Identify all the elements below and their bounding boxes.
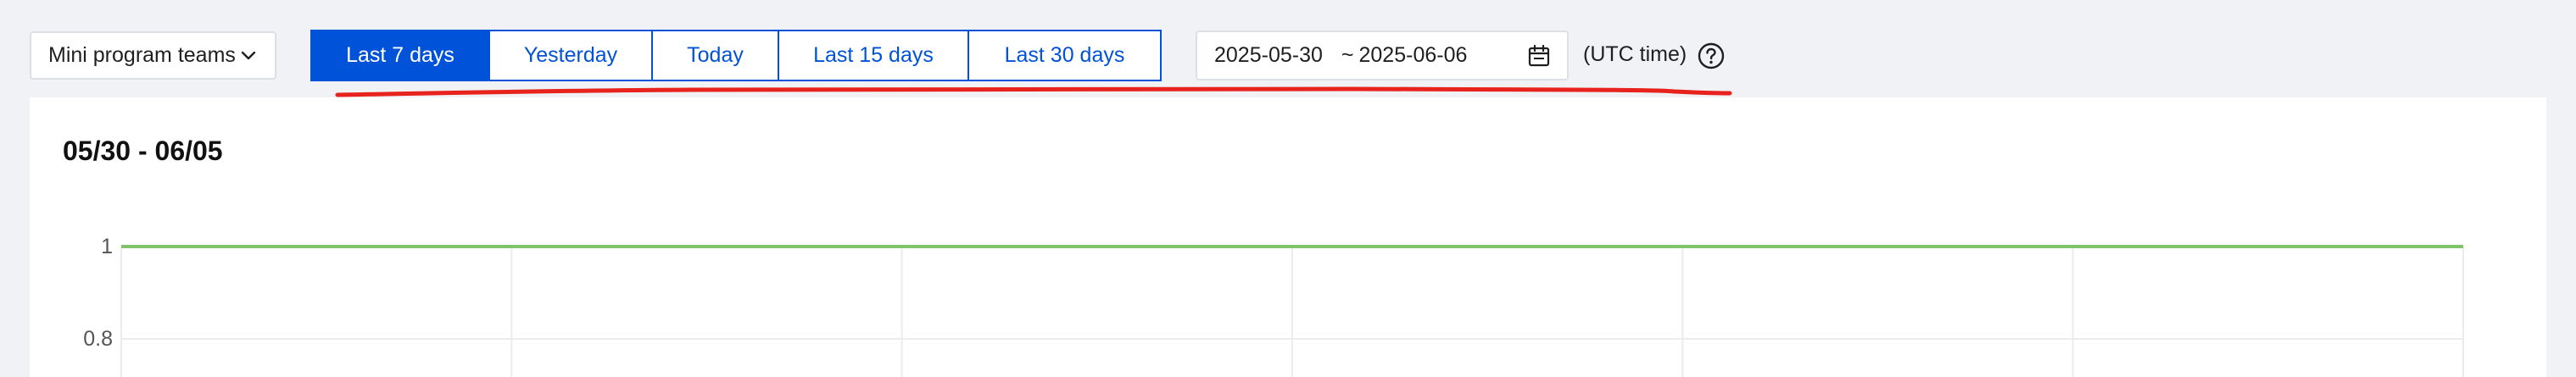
team-select-value: Mini program teams [48,43,236,67]
date-range-start: 2025-05-30 [1214,43,1323,67]
range-today-button[interactable]: Today [651,30,779,81]
range-last-7-days-button[interactable]: Last 7 days [310,30,490,81]
range-last-30-days-button[interactable]: Last 30 days [967,30,1162,81]
team-select-dropdown[interactable]: Mini program teams [30,31,276,80]
y-tick-label: 1 [101,235,113,258]
y-tick-label: 0.8 [83,327,113,351]
date-range-separator: ~ [1341,43,1354,67]
chart-card: 05/30 - 06/05 1 0.8 [30,97,2546,377]
date-range-picker[interactable]: 2025-05-30 ~ 2025-06-06 [1196,30,1569,80]
chevron-down-icon [239,47,258,65]
range-last-15-days-button[interactable]: Last 15 days [778,30,969,81]
range-segmented-control: Last 7 days Yesterday Today Last 15 days… [310,30,1162,81]
date-range-end: 2025-06-06 [1358,43,1468,67]
question-circle-icon[interactable] [1697,42,1726,70]
line-chart: 10.8 [83,235,2464,377]
timezone-label: (UTC time) [1583,42,1687,66]
calendar-icon[interactable] [1526,43,1552,69]
range-yesterday-button[interactable]: Yesterday [488,30,653,81]
